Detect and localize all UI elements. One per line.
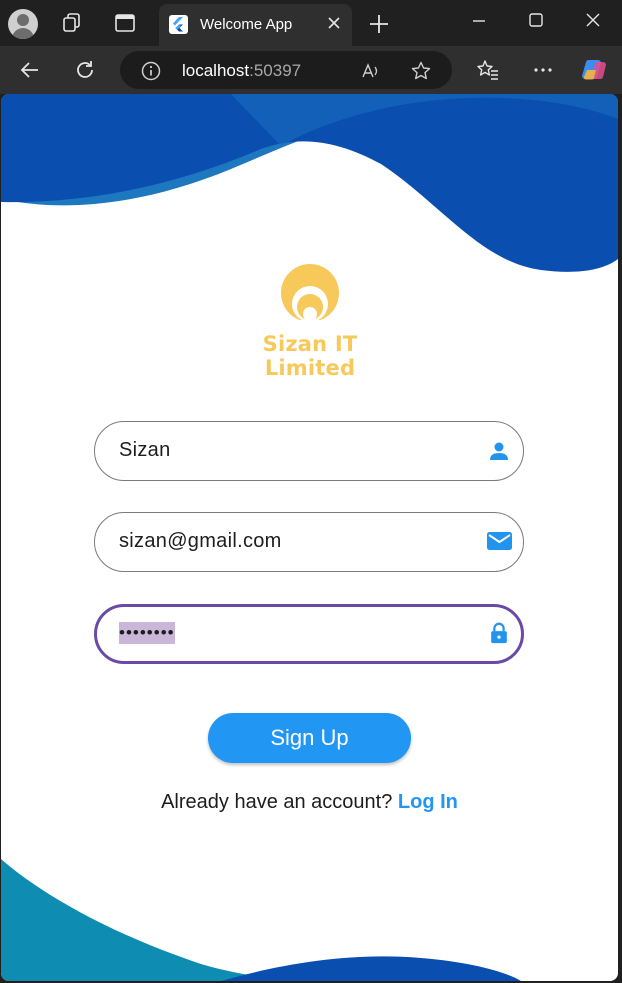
tab-welcome-app[interactable]: Welcome App — [159, 4, 352, 46]
refresh-icon[interactable] — [72, 57, 98, 83]
name-field[interactable]: Sizan — [94, 421, 524, 481]
person-icon — [490, 442, 508, 460]
company-logo: Sizan IT Limited — [215, 262, 405, 380]
lock-icon — [491, 622, 507, 644]
password-field[interactable]: •••••••• — [94, 604, 524, 664]
flutter-favicon-icon — [169, 15, 188, 34]
password-field-value: •••••••• — [119, 622, 175, 644]
close-tab-icon[interactable] — [324, 13, 344, 33]
url-text: localhost:50397 — [182, 61, 302, 80]
close-window-icon[interactable] — [578, 8, 608, 34]
log-in-link[interactable]: Log In — [398, 791, 458, 813]
sign-up-button[interactable]: Sign Up — [208, 713, 411, 763]
workspaces-icon[interactable] — [59, 10, 85, 36]
copilot-icon[interactable] — [581, 56, 609, 84]
tab-title: Welcome App — [200, 16, 293, 33]
login-prompt: Already have an account? Log In — [161, 791, 458, 813]
email-field-value: sizan@gmail.com — [119, 530, 282, 552]
browser-toolbar: localhost:50397 — [0, 46, 622, 94]
address-bar[interactable]: localhost:50397 — [120, 51, 452, 89]
minimize-icon[interactable] — [464, 8, 494, 34]
profile-avatar[interactable] — [8, 9, 38, 39]
more-options-icon[interactable] — [530, 57, 556, 83]
site-info-icon[interactable] — [140, 60, 162, 82]
email-field[interactable]: sizan@gmail.com — [94, 512, 524, 572]
browser-titlebar: Welcome App — [0, 0, 622, 46]
brand-name: Sizan IT Limited — [262, 332, 358, 380]
new-tab-icon[interactable] — [366, 11, 392, 37]
read-aloud-icon[interactable] — [360, 60, 382, 82]
back-arrow-icon[interactable] — [17, 57, 43, 83]
page-viewport: Sizan IT Limited Sizan sizan@gmail.com •… — [1, 94, 618, 981]
tab-actions-icon[interactable] — [112, 10, 138, 36]
maximize-icon[interactable] — [521, 8, 551, 34]
logo-mark-icon — [275, 264, 345, 332]
mail-icon — [487, 532, 512, 550]
name-field-value: Sizan — [119, 439, 171, 461]
favorites-icon[interactable] — [475, 57, 501, 83]
favorite-star-icon[interactable] — [410, 60, 432, 82]
